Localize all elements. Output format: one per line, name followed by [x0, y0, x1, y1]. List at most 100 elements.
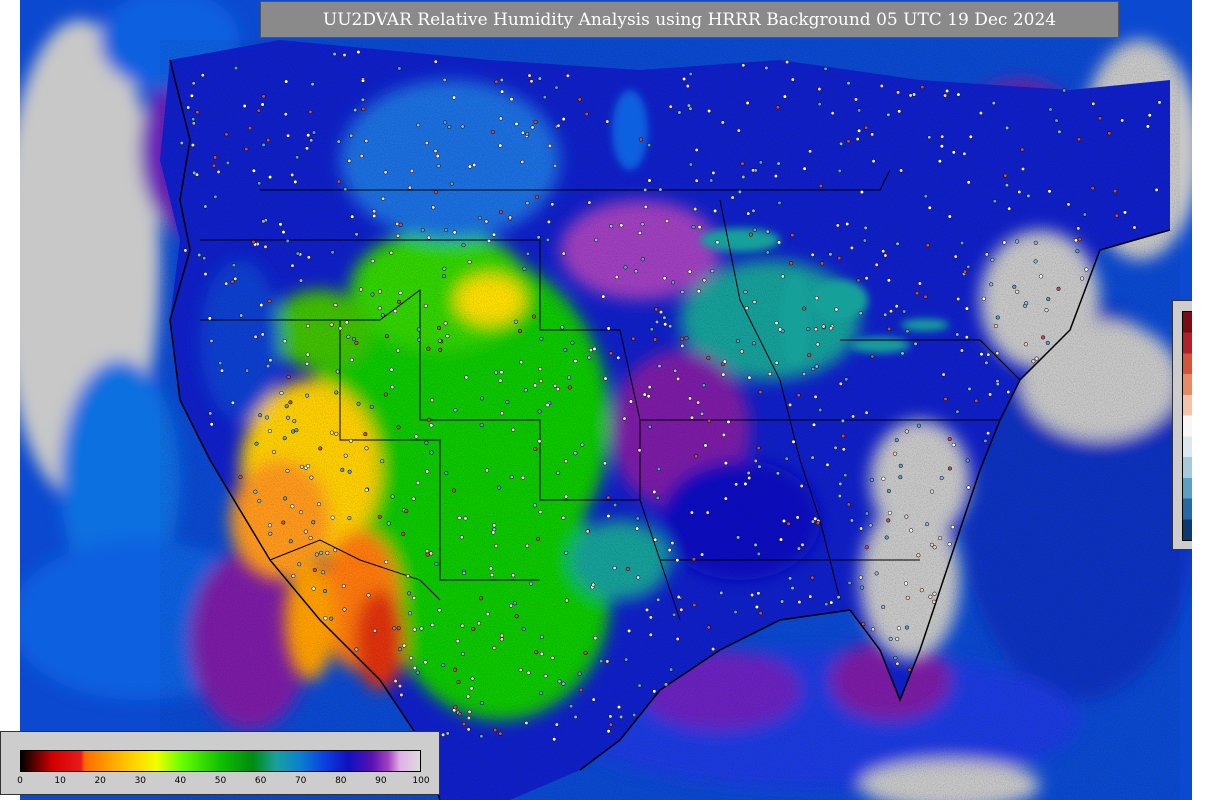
- station-dot: [631, 336, 636, 341]
- station-dot: [364, 446, 369, 451]
- station-dot: [737, 189, 742, 194]
- station-dot: [285, 415, 290, 420]
- station-dot: [925, 243, 930, 248]
- station-dot: [857, 108, 862, 113]
- station-dot: [904, 625, 909, 630]
- station-dot: [525, 131, 530, 137]
- station-dot: [455, 639, 460, 644]
- station-dot: [635, 526, 640, 531]
- station-dot: [445, 334, 450, 339]
- station-dot: [372, 628, 377, 633]
- station-dot: [202, 256, 207, 261]
- station-dot: [556, 123, 561, 128]
- rh-colorbar-tick: 40: [174, 776, 187, 786]
- station-dot: [655, 495, 660, 500]
- station-dot: [538, 509, 543, 514]
- station-dot: [285, 468, 290, 473]
- station-dot: [577, 671, 582, 676]
- station-dot: [967, 386, 972, 391]
- station-dot: [538, 691, 543, 696]
- station-dot: [986, 431, 991, 436]
- station-dot: [442, 266, 447, 271]
- station-dot: [416, 123, 421, 128]
- station-dot: [693, 207, 698, 212]
- station-dot: [253, 334, 258, 339]
- station-dot: [874, 571, 879, 576]
- station-dot: [781, 518, 787, 524]
- station-dot: [1015, 239, 1020, 244]
- station-dot: [476, 621, 481, 626]
- station-dot: [279, 391, 284, 396]
- station-dot: [790, 586, 795, 591]
- station-dot: [984, 360, 989, 365]
- station-dot: [470, 676, 475, 681]
- station-dot: [281, 520, 286, 525]
- station-dot: [547, 143, 552, 148]
- station-dot: [444, 471, 449, 476]
- station-dot: [435, 154, 440, 159]
- station-dot: [726, 419, 731, 424]
- station-dot: [424, 440, 429, 445]
- station-dot: [837, 168, 842, 173]
- station-dot: [389, 250, 394, 255]
- station-dot: [612, 565, 617, 571]
- station-dot: [676, 594, 681, 600]
- station-dot: [1023, 342, 1028, 347]
- station-dot: [767, 371, 772, 376]
- station-dot: [628, 399, 633, 404]
- station-dot: [662, 276, 667, 281]
- station-dot: [721, 432, 726, 437]
- station-dot: [499, 370, 504, 375]
- station-dot: [799, 483, 804, 489]
- station-dot: [397, 647, 403, 652]
- station-dot: [522, 266, 527, 271]
- station-dot: [859, 190, 864, 195]
- station-dot: [283, 112, 288, 117]
- station-dot: [303, 529, 308, 534]
- station-dot: [1157, 100, 1162, 105]
- station-dot: [817, 102, 822, 107]
- station-dot: [452, 95, 457, 100]
- station-dot: [785, 60, 790, 65]
- station-dot: [489, 572, 495, 578]
- station-dot: [648, 615, 653, 620]
- station-dot: [412, 595, 417, 601]
- station-dot: [245, 368, 250, 373]
- station-dot: [203, 272, 208, 277]
- station-dot: [534, 194, 539, 200]
- station-dot: [847, 580, 852, 585]
- station-dot: [498, 210, 503, 215]
- station-dot: [879, 83, 884, 89]
- station-dot: [441, 732, 446, 737]
- station-dot: [425, 548, 430, 554]
- station-dot: [886, 518, 891, 523]
- station-dot: [464, 375, 469, 380]
- station-dot: [991, 101, 996, 106]
- station-dot: [658, 310, 664, 315]
- rh-colorbar-tick: 90: [375, 776, 387, 786]
- station-dot: [679, 336, 685, 341]
- station-dot: [334, 390, 339, 395]
- station-dot: [1097, 116, 1103, 121]
- station-dot: [533, 119, 538, 124]
- rh-colorbar: 0 10 20 30 40 50 60 70 80 90 100: [0, 731, 440, 795]
- station-dot: [447, 124, 452, 129]
- station-dot: [195, 110, 200, 115]
- station-dot: [401, 531, 406, 536]
- station-dot: [425, 552, 430, 557]
- station-dot: [606, 326, 611, 331]
- station-dot: [927, 135, 932, 140]
- station-dot: [791, 439, 796, 444]
- station-dot: [493, 727, 498, 733]
- station-dot: [780, 599, 785, 604]
- station-dot: [635, 516, 640, 521]
- station-dot: [179, 140, 184, 146]
- station-dot: [537, 76, 542, 81]
- station-dot: [888, 309, 894, 314]
- station-dot: [995, 351, 1000, 356]
- station-dot: [1044, 308, 1049, 313]
- station-dot: [806, 327, 811, 332]
- rh-colorbar-tick: 100: [412, 776, 430, 786]
- station-dot: [258, 413, 263, 418]
- station-dot: [898, 475, 903, 480]
